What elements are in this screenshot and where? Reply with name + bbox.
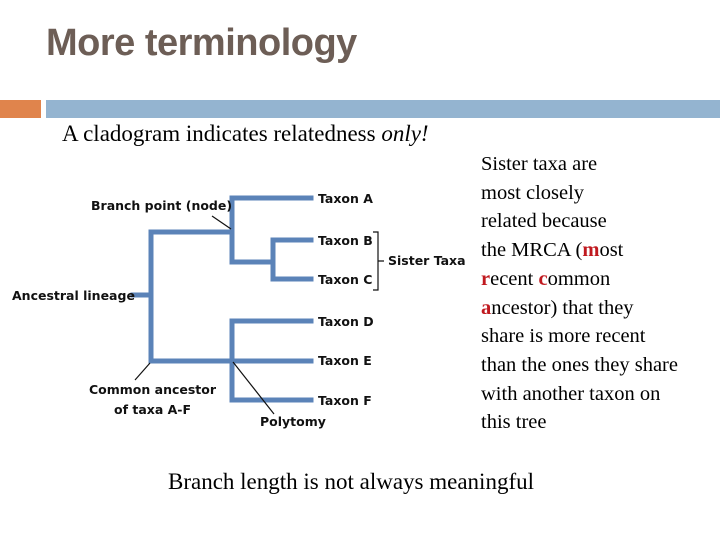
explanation-line: most closely (481, 179, 720, 208)
taxon-e-label: Taxon E (318, 353, 372, 368)
explanation-line: the MRCA (most (481, 236, 720, 265)
taxon-f-label: Taxon F (318, 393, 372, 408)
text-segment: than the ones they share (481, 353, 678, 376)
slide-title: More terminology (46, 22, 357, 64)
explanation-line: ancestor) that they (481, 294, 720, 323)
explanation-line: related because (481, 207, 720, 236)
tree-branches (130, 195, 314, 403)
taxon-a-label: Taxon A (318, 191, 373, 206)
branch-point-label: Branch point (node) (91, 198, 232, 213)
text-segment: most closely (481, 181, 585, 204)
highlight-letter: c (538, 267, 548, 290)
text-segment: ncestor) that they (491, 296, 634, 319)
explanation-line: Sister taxa are (481, 150, 720, 179)
sister-taxa-bracket (373, 231, 384, 291)
text-segment: ommon (547, 267, 611, 290)
explanation-line: this tree (481, 408, 720, 437)
explanation-line: share is more recent (481, 322, 720, 351)
sister-taxa-label: Sister Taxa (388, 253, 466, 268)
sister-taxa-explanation: Sister taxa are most closely related becau… (481, 150, 720, 437)
highlight-letter: a (481, 296, 492, 319)
taxon-c-label: Taxon C (318, 272, 372, 287)
cladogram: Taxon A Taxon B Taxon C Taxon D Taxon E … (12, 191, 466, 429)
highlight-letter: r (481, 267, 491, 290)
text-segment: Sister taxa are (481, 153, 598, 175)
highlight-letter: m (582, 239, 600, 262)
text-segment: the MRCA ( (481, 239, 583, 262)
pointer-branch-point (211, 215, 232, 230)
accent-bar-orange (0, 100, 41, 118)
text-segment: ecent (490, 267, 539, 290)
accent-bar-blue (46, 100, 720, 118)
ancestral-lineage-label: Ancestral lineage (12, 288, 135, 303)
taxon-d-label: Taxon D (318, 314, 374, 329)
text-segment: with another taxon on (481, 382, 661, 405)
branch-length-note: Branch length is not always meaningful (168, 469, 535, 494)
pointer-common-ancestor (134, 362, 151, 381)
common-ancestor-label-line1: Common ancestor (89, 382, 217, 397)
pointer-polytomy (232, 361, 275, 415)
text-segment: share is more recent (481, 325, 646, 348)
text-segment: this tree (481, 411, 547, 434)
taxon-b-label: Taxon B (318, 233, 373, 248)
subtitle-emphasis: only! (381, 121, 429, 146)
explanation-line: than the ones they share (481, 351, 720, 380)
explanation-line: with another taxon on (481, 380, 720, 409)
explanation-line: recent common (481, 265, 720, 294)
text-segment: ost (599, 239, 624, 262)
subtitle-text: A cladogram indicates relatedness (62, 121, 382, 146)
subtitle: A cladogram indicates relatedness only! (62, 121, 429, 147)
text-segment: related because (481, 210, 607, 233)
common-ancestor-label-line2: of taxa A-F (114, 402, 191, 417)
polytomy-label: Polytomy (260, 414, 326, 429)
